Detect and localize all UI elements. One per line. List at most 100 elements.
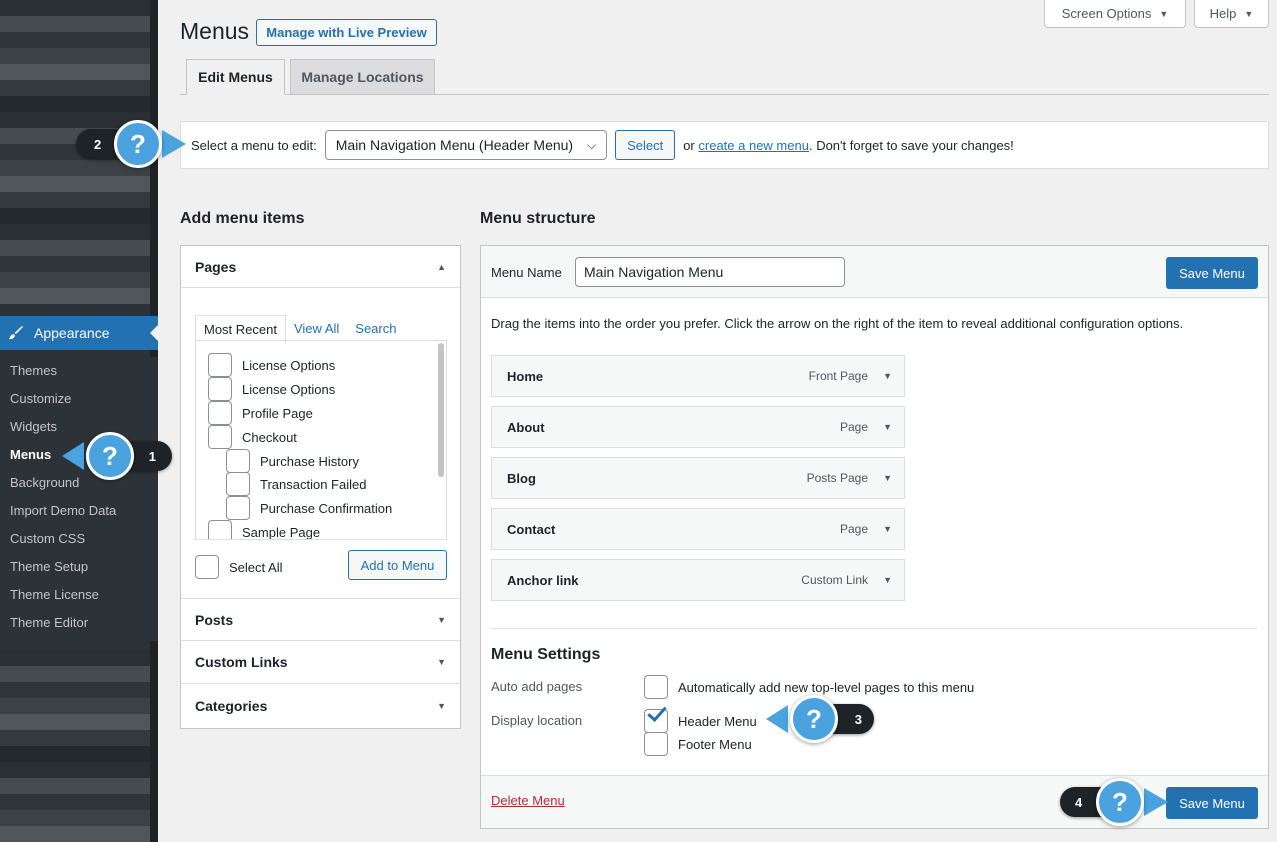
sidebar-item-label: Appearance [34, 325, 110, 341]
save-reminder: . Don't forget to save your changes! [808, 137, 1014, 153]
list-item[interactable]: Purchase Confirmation [226, 496, 392, 520]
page-label: Purchase Confirmation [260, 500, 393, 516]
custom-links-accordion-header[interactable]: Custom Links ▼ [181, 641, 460, 684]
menu-select-dropdown[interactable]: Main Navigation Menu (Header Menu) ⌵ [324, 130, 608, 160]
help-label: Help [1209, 6, 1237, 21]
add-to-menu-button[interactable]: Add to Menu [348, 550, 447, 580]
menu-item-blog[interactable]: Blog Posts Page ▼ [491, 457, 905, 499]
select-all[interactable]: Select All [195, 555, 282, 579]
page-label: License Options [242, 357, 336, 373]
caret-down-icon[interactable]: ▼ [883, 575, 892, 585]
scrollbar[interactable] [438, 343, 444, 477]
location-label: Header Menu [678, 713, 757, 729]
location-footer-menu[interactable]: Footer Menu [644, 732, 752, 756]
menu-item-about[interactable]: About Page ▼ [491, 406, 905, 448]
caret-down-icon: ▼ [1159, 8, 1169, 19]
submenu-theme-editor[interactable]: Theme Editor [0, 609, 158, 637]
tab-edit-menus[interactable]: Edit Menus [186, 59, 285, 95]
menu-name-input[interactable]: Main Navigation Menu [575, 257, 845, 287]
select-all-checkbox[interactable] [195, 555, 219, 579]
submenu-themes[interactable]: Themes [0, 357, 158, 385]
submenu-import-demo-data[interactable]: Import Demo Data [0, 497, 158, 525]
submenu-theme-setup[interactable]: Theme Setup [0, 553, 158, 581]
help-icon[interactable]: ? [790, 695, 838, 743]
list-item[interactable]: License Options [208, 353, 335, 377]
list-item[interactable]: Transaction Failed [226, 472, 366, 496]
menu-item-type: Posts Page [806, 471, 868, 485]
checkbox[interactable] [226, 496, 250, 520]
checkbox[interactable] [208, 377, 232, 401]
list-item[interactable]: Sample Page [208, 520, 320, 539]
or-word: or [683, 137, 695, 153]
menu-header: Menu Name Main Navigation Menu Save Menu [481, 246, 1268, 298]
submenu-custom-css[interactable]: Custom CSS [0, 525, 158, 553]
help-icon[interactable]: ? [1096, 778, 1144, 826]
delete-menu-link[interactable]: Delete Menu [491, 793, 565, 808]
live-preview-button[interactable]: Manage with Live Preview [256, 19, 437, 46]
save-menu-button-bottom[interactable]: Save Menu [1166, 787, 1258, 819]
screen-options-label: Screen Options [1061, 6, 1152, 21]
chevron-down-icon: ⌵ [587, 137, 597, 152]
select-all-label: Select All [229, 559, 283, 575]
checkbox[interactable] [226, 449, 250, 473]
pages-checklist: License Options License Options Profile … [195, 340, 447, 540]
submenu-customize[interactable]: Customize [0, 385, 158, 413]
sidebar-item-appearance[interactable]: Appearance [0, 316, 158, 350]
checkbox[interactable] [208, 401, 232, 425]
menu-item-anchor-link[interactable]: Anchor link Custom Link ▼ [491, 559, 905, 601]
menu-name-label: Menu Name [491, 265, 562, 280]
pages-accordion-header[interactable]: Pages ▲ [181, 246, 460, 288]
save-menu-button-top[interactable]: Save Menu [1166, 257, 1258, 289]
header-menu-checkbox[interactable] [644, 701, 668, 733]
page-label: License Options [242, 381, 336, 397]
page-label: Transaction Failed [260, 476, 367, 492]
caret-down-icon: ▼ [437, 614, 446, 625]
drag-instructions: Drag the items into the order you prefer… [491, 316, 1184, 331]
tab-manage-locations[interactable]: Manage Locations [290, 59, 435, 95]
list-item[interactable]: Purchase History [226, 449, 359, 473]
categories-accordion-header[interactable]: Categories ▼ [181, 684, 460, 728]
categories-title: Categories [195, 698, 268, 714]
help-icon[interactable]: ? [86, 432, 134, 480]
list-item[interactable]: License Options [208, 377, 335, 401]
auto-add-checkbox[interactable] [644, 675, 668, 699]
pages-title: Pages [195, 258, 237, 275]
list-item[interactable]: Checkout [208, 425, 297, 449]
list-item[interactable]: Profile Page [208, 401, 313, 425]
footer-menu-checkbox[interactable] [644, 732, 668, 756]
checkmark-icon [647, 701, 667, 723]
callout-pointer [766, 705, 788, 733]
checkbox[interactable] [226, 472, 250, 496]
menu-structure-heading: Menu structure [480, 210, 596, 227]
caret-down-icon: ▼ [1244, 8, 1254, 19]
checkbox[interactable] [208, 520, 232, 539]
display-location-label: Display location [491, 713, 583, 728]
submenu-widgets[interactable]: Widgets [0, 413, 158, 441]
caret-down-icon: ▼ [437, 657, 446, 667]
create-new-menu-link[interactable]: create a new menu [698, 138, 809, 153]
add-menu-items-panel: Pages ▲ Most Recent View All Search Lice… [180, 245, 461, 729]
location-header-menu[interactable]: Header Menu [644, 701, 757, 733]
help-button[interactable]: Help ▼ [1194, 0, 1269, 28]
submenu-background[interactable]: Background [0, 469, 158, 497]
menu-item-label: Blog [507, 470, 536, 486]
menu-item-contact[interactable]: Contact Page ▼ [491, 508, 905, 550]
menu-structure-panel: Menu Name Main Navigation Menu Save Menu… [480, 245, 1269, 829]
add-menu-items-heading: Add menu items [180, 210, 305, 227]
caret-down-icon[interactable]: ▼ [883, 524, 892, 534]
posts-accordion-header[interactable]: Posts ▼ [181, 598, 460, 641]
checkbox[interactable] [208, 353, 232, 377]
menu-item-type: Front Page [808, 369, 868, 383]
auto-add-text: Automatically add new top-level pages to… [678, 679, 975, 695]
menu-item-type: Custom Link [801, 573, 868, 587]
submenu-theme-license[interactable]: Theme License [0, 581, 158, 609]
screen-options-button[interactable]: Screen Options ▼ [1044, 0, 1186, 28]
caret-down-icon[interactable]: ▼ [883, 473, 892, 483]
checkbox[interactable] [208, 425, 232, 449]
help-icon[interactable]: ? [114, 120, 162, 168]
caret-down-icon[interactable]: ▼ [883, 371, 892, 381]
select-button[interactable]: Select [615, 130, 676, 160]
menu-item-home[interactable]: Home Front Page ▼ [491, 355, 905, 397]
caret-down-icon[interactable]: ▼ [883, 422, 892, 432]
page-title: Menus [180, 18, 250, 44]
